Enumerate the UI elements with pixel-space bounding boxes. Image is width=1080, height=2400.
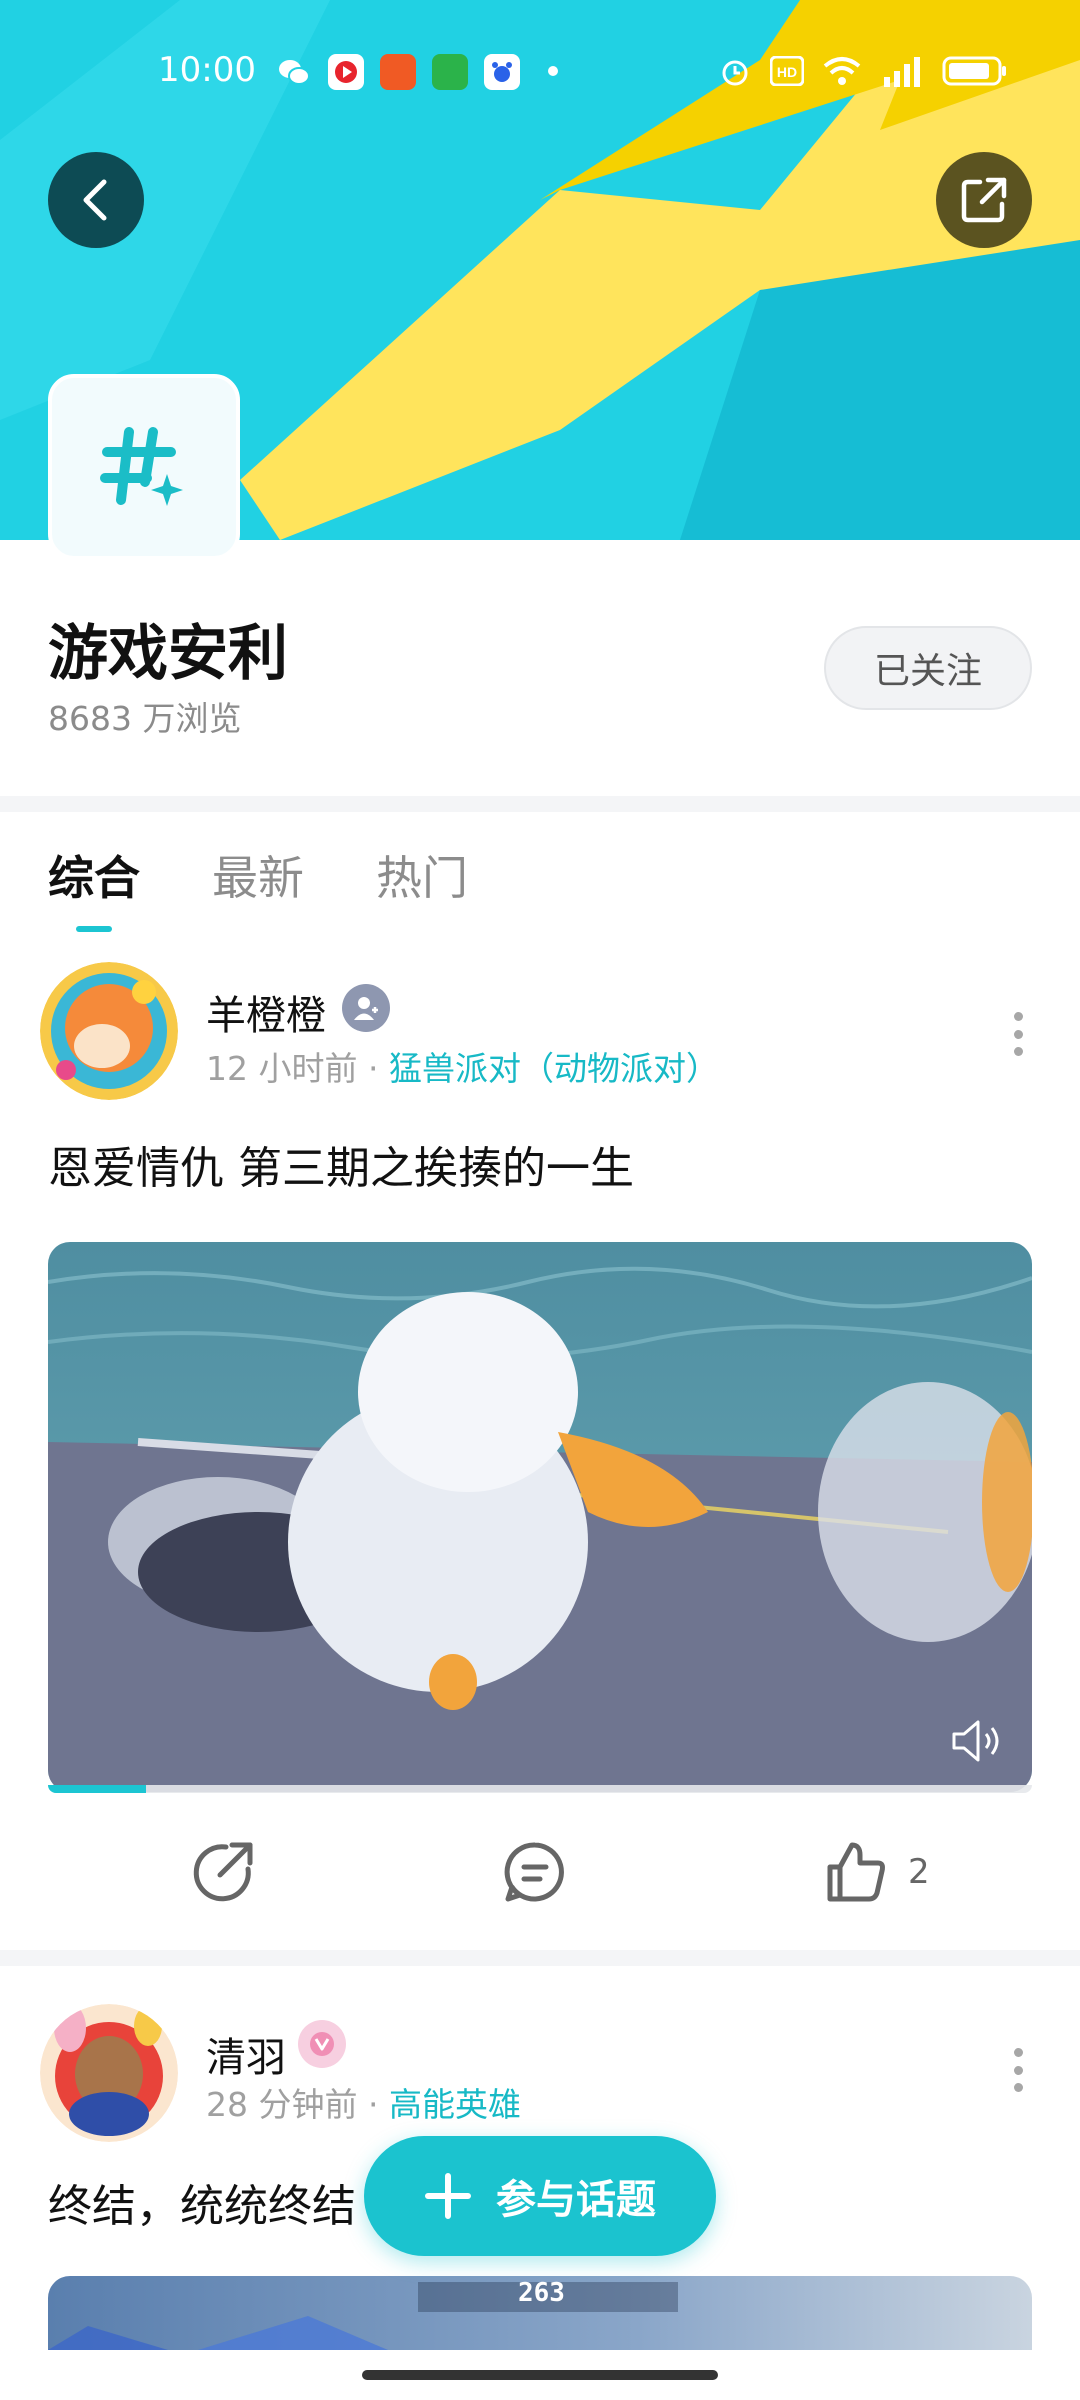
meta-separator: · <box>367 2085 379 2124</box>
hashtag-sparkle-icon <box>100 427 183 506</box>
post-game-tag[interactable]: 高能英雄 <box>389 2085 521 2124</box>
thumbs-up-icon <box>827 1842 885 1902</box>
section-divider <box>0 796 1080 812</box>
back-button[interactable] <box>48 152 144 248</box>
baidu-icon <box>484 54 520 90</box>
video-progress-fill <box>48 1785 147 1793</box>
user-badge-icon <box>342 984 390 1032</box>
message-app-icon <box>432 54 468 90</box>
meta-separator: · <box>367 1049 379 1088</box>
avatar-image <box>40 962 178 1100</box>
avatar[interactable] <box>40 2004 178 2142</box>
status-time: 10:00 <box>158 50 256 90</box>
topic-view-count: 8683 万浏览 <box>48 699 242 738</box>
vip-badge-icon <box>298 2020 346 2068</box>
video-progress-bar[interactable] <box>48 1785 1032 1793</box>
post-time: 28 分钟前 <box>206 2085 358 2124</box>
status-bar: 10:00 HD <box>0 40 1080 104</box>
more-options-icon[interactable] <box>1012 2048 1024 2092</box>
post-time: 12 小时前 <box>206 1049 358 1088</box>
chevron-left-icon <box>83 179 107 221</box>
topic-icon-tile <box>48 374 240 560</box>
kuaishou-icon <box>380 54 416 90</box>
alarm-icon <box>722 60 748 86</box>
post-meta: 28 分钟前 · 高能英雄 <box>206 2078 521 2126</box>
more-notifications-dot <box>548 66 558 76</box>
forward-button[interactable] <box>190 1832 256 1912</box>
avatar[interactable] <box>40 962 178 1100</box>
hud-number: 263 <box>518 2278 565 2308</box>
post-author-name[interactable]: 清羽 <box>206 2025 286 2083</box>
tab-hot[interactable]: 热门 <box>376 842 468 908</box>
more-options-icon[interactable] <box>1012 1012 1024 1056</box>
video-thumbnail <box>48 1242 1032 1792</box>
post-meta: 12 小时前 · 猛兽派对（动物派对） <box>206 1042 719 1090</box>
wechat-icon <box>276 54 312 90</box>
speaker-muted-icon[interactable] <box>948 1716 1008 1766</box>
topic-title: 游戏安利 <box>48 619 288 689</box>
share-button[interactable] <box>936 152 1032 248</box>
battery-icon <box>942 56 1006 86</box>
post-title[interactable]: 恩爱情仇 第三期之挨揍的一生 <box>48 1132 634 1196</box>
share-external-icon <box>961 177 1007 223</box>
post-video[interactable] <box>48 1242 1032 1792</box>
post-author-name[interactable]: 羊橙橙 <box>206 983 326 1041</box>
forward-icon <box>193 1842 253 1902</box>
post-divider <box>0 1950 1080 1966</box>
active-tab-indicator <box>76 926 112 932</box>
tab-comprehensive[interactable]: 综合 <box>48 842 140 908</box>
home-indicator[interactable] <box>362 2370 718 2380</box>
comment-button[interactable] <box>502 1832 568 1912</box>
join-topic-label: 参与话题 <box>496 2177 656 2223</box>
hd-icon: HD <box>770 56 804 86</box>
join-topic-button[interactable]: 参与话题 <box>364 2136 716 2256</box>
tab-bar: 综合 最新 热门 <box>48 842 468 908</box>
post-game-tag[interactable]: 猛兽派对（动物派对） <box>389 1049 719 1088</box>
avatar-image <box>40 2004 178 2142</box>
svg-text:HD: HD <box>777 64 797 80</box>
comment-icon <box>504 1842 564 1902</box>
plus-icon <box>425 2173 471 2219</box>
like-button[interactable]: 2 <box>822 1832 930 1912</box>
status-right-icons: HD <box>718 54 1008 88</box>
video-app-icon <box>328 54 364 90</box>
post-actions: 2 <box>0 1832 1080 1912</box>
cellular-signal-icon <box>884 57 920 87</box>
post-title[interactable]: 终结，统统终结 <box>48 2170 356 2234</box>
like-count: 2 <box>908 1852 930 1892</box>
tab-latest[interactable]: 最新 <box>212 842 304 908</box>
follow-button[interactable]: 已关注 <box>824 626 1032 710</box>
post-image[interactable]: 263 <box>48 2276 1032 2350</box>
wifi-icon <box>823 57 861 85</box>
